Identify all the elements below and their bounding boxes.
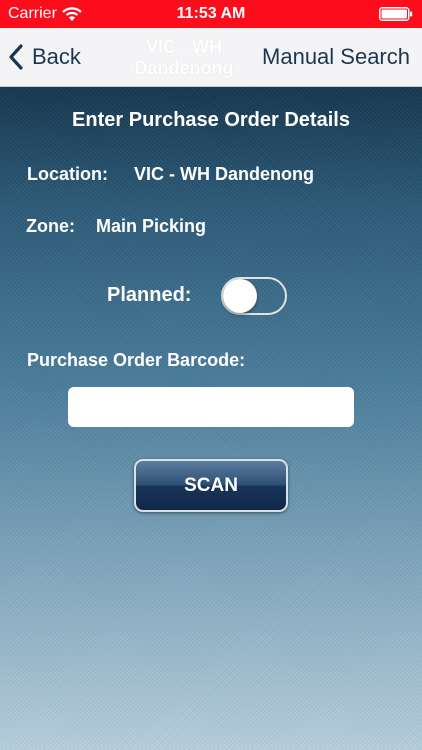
battery-icon (379, 7, 413, 21)
location-value: VIC - WH Dandenong (134, 164, 314, 184)
location-label: Location: (27, 164, 108, 184)
main-content: Enter Purchase Order Details Location: V… (0, 87, 422, 750)
barcode-label: Purchase Order Barcode: (27, 350, 246, 370)
navigation-bar: Back VIC - WH Dandenong Manual Search (0, 28, 422, 87)
manual-search-button[interactable]: Manual Search (262, 28, 410, 86)
zone-label: Zone: (26, 216, 75, 236)
back-label: Back (32, 44, 81, 69)
scan-button[interactable]: SCAN (134, 459, 288, 512)
barcode-input[interactable] (68, 387, 354, 427)
status-bar: Carrier 11:53 AM (0, 0, 422, 28)
chevron-left-icon (9, 44, 23, 70)
planned-toggle[interactable] (221, 277, 287, 315)
toggle-knob (223, 279, 257, 313)
back-button[interactable]: Back (8, 28, 81, 86)
planned-label: Planned: (107, 284, 192, 306)
nav-title: VIC - WH Dandenong (134, 37, 234, 78)
zone-value: Main Picking (96, 216, 207, 236)
page-title: Enter Purchase Order Details (72, 109, 350, 131)
status-time: 11:53 AM (176, 5, 246, 22)
